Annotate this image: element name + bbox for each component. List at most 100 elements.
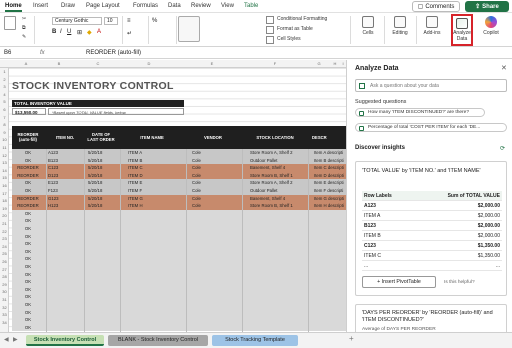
table-row[interactable]: OK: [12, 247, 346, 256]
cell-status[interactable]: OK: [14, 240, 42, 248]
row-number[interactable]: 17: [0, 191, 9, 196]
cell-status[interactable]: OK: [14, 210, 42, 218]
fill-color-icon[interactable]: ◆: [87, 29, 92, 36]
row-number[interactable]: 20: [0, 213, 9, 218]
cell-status[interactable]: REORDER: [14, 202, 42, 210]
table-row[interactable]: OK: [12, 232, 346, 241]
cell-item-no[interactable]: H123: [48, 202, 82, 210]
spreadsheet-grid[interactable]: ABCDEFGHI 1 2 3 4 5 6 7 8 9 10 11 12 13 14 15 16 17 18 19 2…: [0, 60, 346, 332]
row-number[interactable]: 4: [0, 92, 9, 97]
format-as-table-button[interactable]: Format as Table: [277, 26, 313, 32]
row-number[interactable]: 31: [0, 297, 9, 302]
bold-icon[interactable]: B: [52, 29, 56, 35]
tab-home[interactable]: Home: [5, 3, 22, 12]
number-format-icon[interactable]: %: [152, 18, 157, 24]
next-sheet-icon[interactable]: ▶: [13, 336, 18, 343]
table-row[interactable]: OK: [12, 209, 346, 218]
sheet-tab[interactable]: BLANK - Stock Inventory Control: [108, 335, 208, 346]
cell-name[interactable]: ITEM B: [128, 157, 184, 165]
col-header-item-no[interactable]: ITEM NO.: [48, 135, 82, 140]
row-number[interactable]: 15: [0, 175, 9, 180]
column-letter[interactable]: G: [310, 61, 328, 66]
font-color-icon[interactable]: A: [97, 29, 101, 35]
tab-insert[interactable]: Insert: [33, 3, 48, 9]
cell-status[interactable]: OK: [14, 293, 42, 301]
table-row[interactable]: REORDER D123 5/20/18 ITEM D Cole Store Room B…: [12, 171, 346, 180]
cell-date[interactable]: 5/20/18: [88, 187, 116, 195]
cell-status[interactable]: OK: [14, 301, 42, 309]
cell-location[interactable]: Store Room A, Shelf 2: [250, 149, 306, 157]
row-number[interactable]: 1: [0, 69, 9, 74]
cell-name[interactable]: ITEM G: [128, 195, 184, 203]
font-name-select[interactable]: Century Gothic: [52, 17, 102, 25]
cell-item-no[interactable]: E123: [48, 179, 82, 187]
share-button[interactable]: ⇪ Share: [465, 1, 509, 12]
cell-status[interactable]: OK: [14, 278, 42, 286]
wrap-icon[interactable]: ↵: [127, 30, 132, 37]
tab-data[interactable]: Data: [168, 3, 181, 9]
row-number[interactable]: 23: [0, 236, 9, 241]
row-number[interactable]: 11: [0, 145, 9, 150]
cell-vendor[interactable]: Cole: [192, 164, 238, 172]
sheet-tab[interactable]: Stock Tracking Template: [212, 335, 298, 346]
column-letter[interactable]: F: [244, 61, 306, 66]
col-header-description[interactable]: DESCR: [312, 135, 346, 140]
row-number[interactable]: 22: [0, 229, 9, 234]
table-row[interactable]: OK: [12, 301, 346, 309]
table-row[interactable]: REORDER G123 5/20/18 ITEM G Cole Basement, Sh…: [12, 194, 346, 203]
cell-location[interactable]: Store Room A, Shelf 2: [250, 179, 306, 187]
cell-status[interactable]: OK: [14, 286, 42, 294]
total-value[interactable]: $13,550.00: [12, 108, 46, 115]
add-sheet-icon[interactable]: +: [349, 334, 354, 343]
cell-date[interactable]: 5/20/18: [88, 195, 116, 203]
cell-vendor[interactable]: Cole: [192, 202, 238, 210]
cell-desc[interactable]: Item B descripti: [314, 157, 346, 165]
cell-location[interactable]: Store Room B, Shelf 1: [250, 202, 306, 210]
cell-status[interactable]: OK: [14, 179, 42, 187]
row-number[interactable]: 12: [0, 153, 9, 158]
col-header-item-name[interactable]: ITEM NAME: [122, 135, 182, 140]
cell-status[interactable]: OK: [14, 263, 42, 271]
table-row[interactable]: REORDER C123 5/20/18 ITEM C Cole Basement, Sh…: [12, 164, 346, 172]
cell-styles-button[interactable]: Cell Styles: [277, 36, 301, 42]
cell-vendor[interactable]: Cole: [192, 195, 238, 203]
cell-location[interactable]: Outdoor Pallet: [250, 157, 306, 165]
column-letter[interactable]: B: [42, 61, 76, 66]
style-gallery[interactable]: [178, 16, 200, 42]
format-painter-icon[interactable]: ✎: [22, 34, 26, 40]
col-header-date[interactable]: DATE OF LAST ORDER: [86, 132, 116, 142]
tab-view[interactable]: View: [221, 3, 234, 9]
cell-status[interactable]: OK: [14, 187, 42, 195]
row-number[interactable]: 32: [0, 305, 9, 310]
table-row[interactable]: OK: [12, 316, 346, 324]
borders-icon[interactable]: ⊞: [77, 29, 82, 36]
cell-vendor[interactable]: Cole: [192, 157, 238, 165]
cell-item-no[interactable]: C123: [48, 164, 82, 172]
row-number[interactable]: 29: [0, 282, 9, 287]
row-number[interactable]: 9: [0, 130, 9, 135]
cell-status[interactable]: OK: [14, 324, 42, 332]
tab-table[interactable]: Table: [244, 3, 258, 9]
cell-name[interactable]: ITEM F: [128, 187, 184, 195]
row-number[interactable]: 10: [0, 137, 9, 142]
font-size-select[interactable]: 10: [104, 17, 118, 25]
row-number[interactable]: 6: [0, 107, 9, 112]
row-number[interactable]: 14: [0, 168, 9, 173]
editing-button[interactable]: Editing: [388, 16, 412, 36]
row-number[interactable]: 2: [0, 77, 9, 82]
cell-status[interactable]: OK: [14, 316, 42, 324]
cell-item-no[interactable]: F123: [48, 187, 82, 195]
row-number[interactable]: 19: [0, 206, 9, 211]
cell-status[interactable]: OK: [14, 225, 42, 233]
comments-button[interactable]: ▢ Comments: [412, 1, 460, 12]
row-number[interactable]: 26: [0, 259, 9, 264]
row-number[interactable]: 34: [0, 320, 9, 325]
copilot-button[interactable]: Copilot: [476, 16, 506, 36]
cell-status[interactable]: OK: [14, 255, 42, 263]
tab-page-layout[interactable]: Page Layout: [86, 3, 120, 9]
row-number[interactable]: 5: [0, 99, 9, 104]
row-number[interactable]: 24: [0, 244, 9, 249]
table-row[interactable]: OK: [12, 270, 346, 279]
table-row[interactable]: REORDER H123 5/20/18 ITEM H Cole Store Room B…: [12, 202, 346, 210]
cell-item-no[interactable]: B123: [48, 157, 82, 165]
